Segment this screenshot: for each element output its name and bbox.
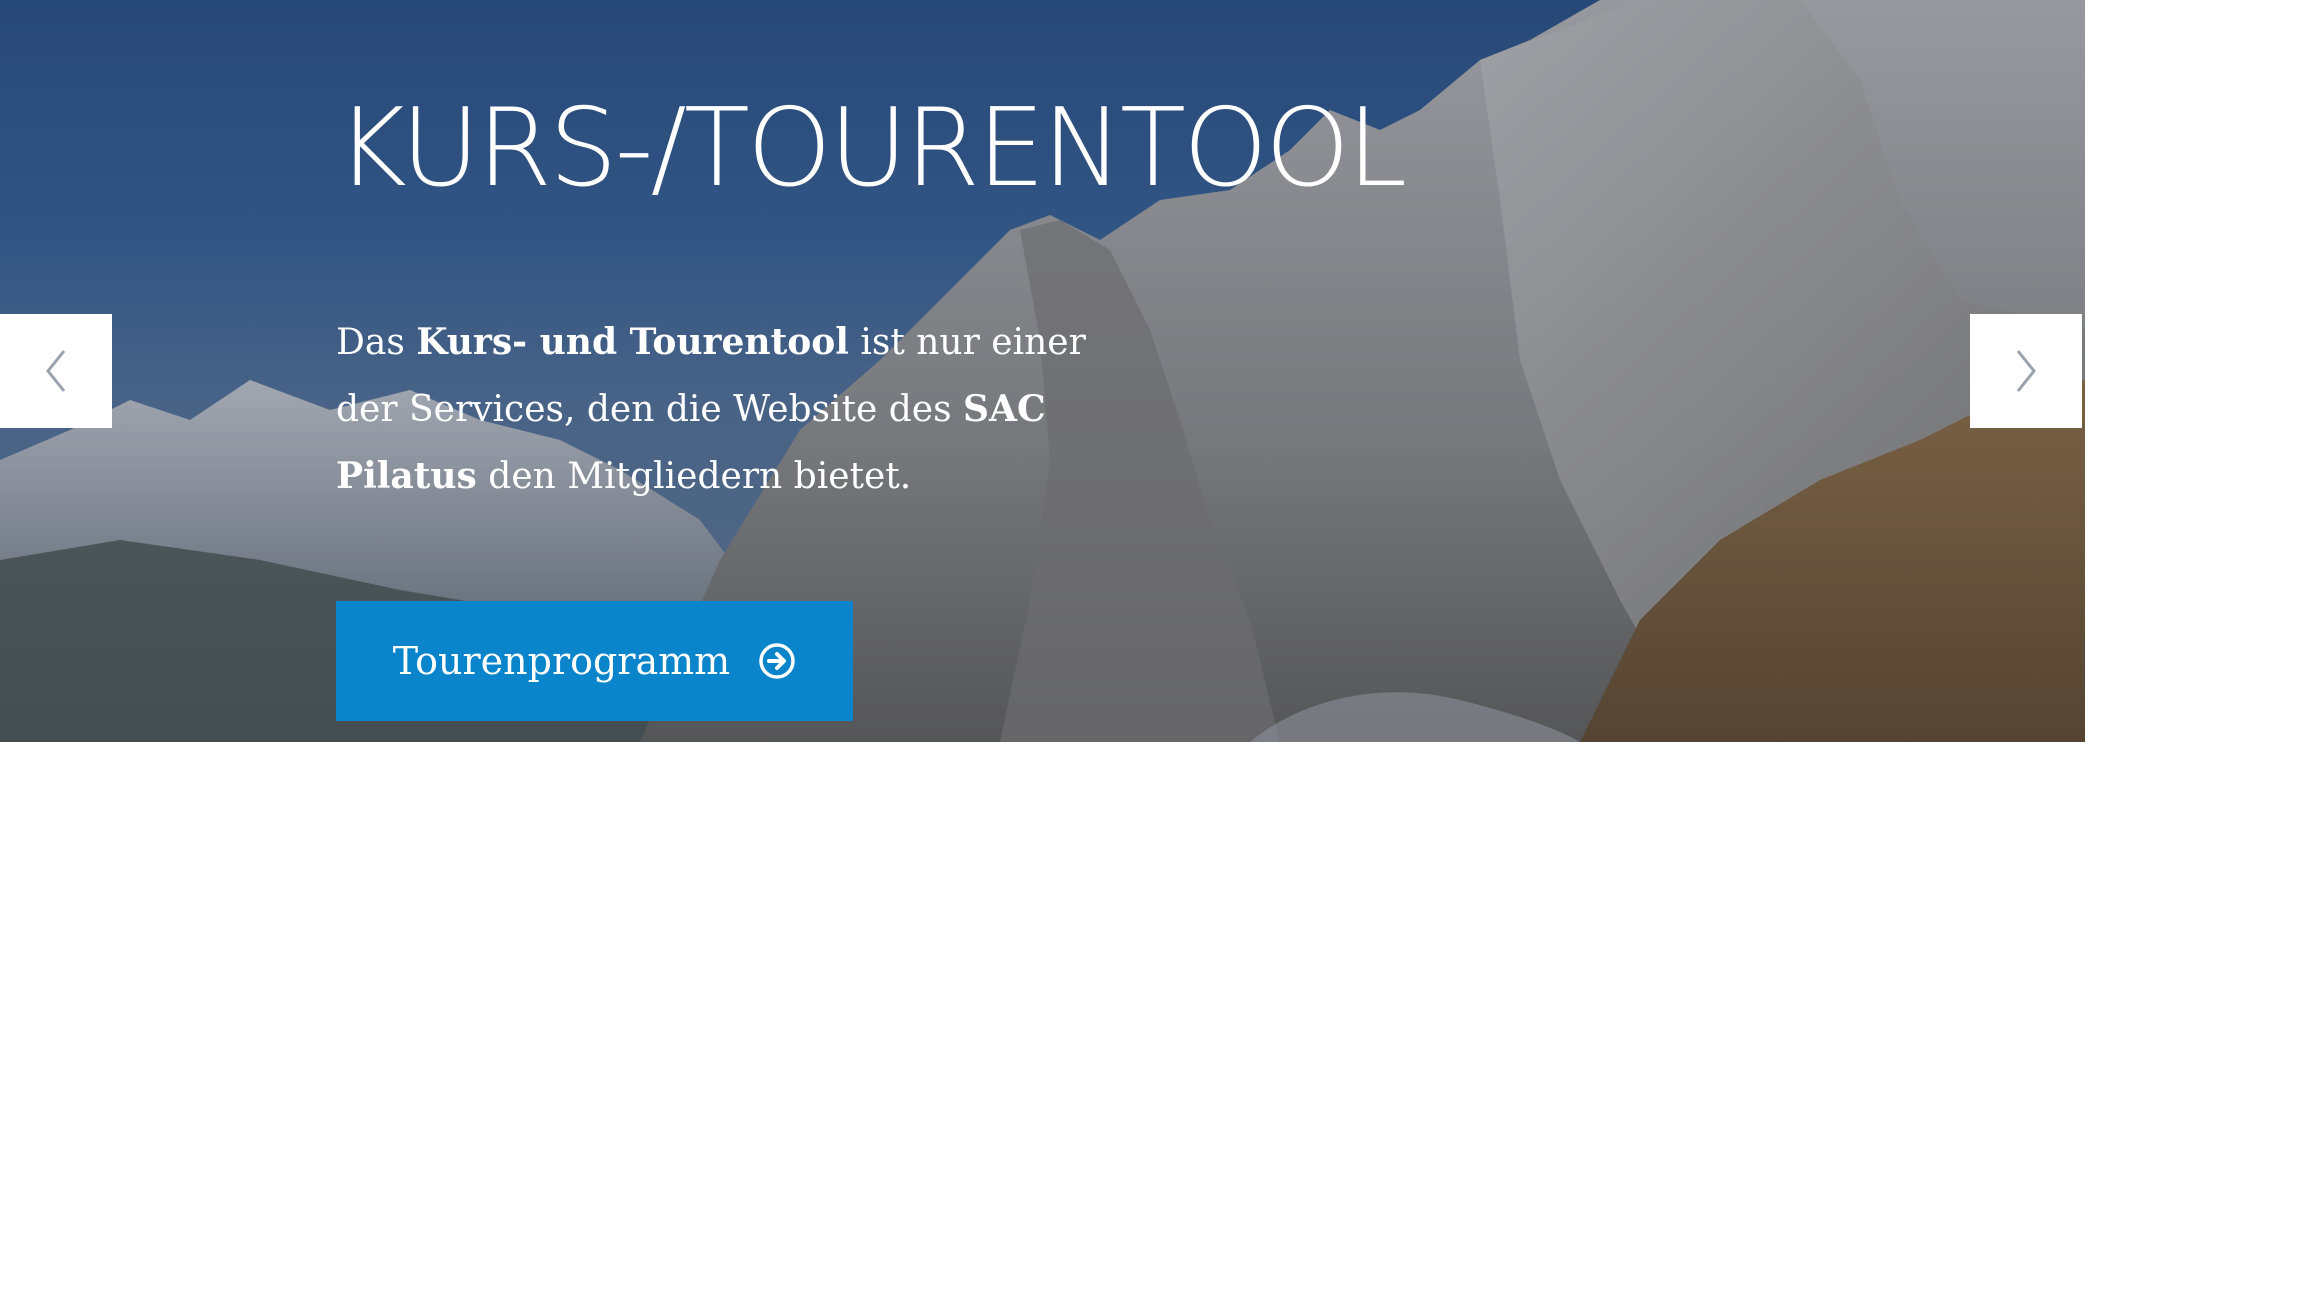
carousel-prev-button[interactable] [0, 314, 112, 428]
hero-title: KURS-/TOURENTOOL [336, 86, 1407, 211]
hero-content: KURS-/TOURENTOOL Das Kurs- und Tourentoo… [336, 86, 1407, 510]
chevron-left-icon [46, 350, 66, 392]
hero-text-part: den Mitgliedern bietet. [476, 455, 912, 497]
tourenprogramm-button[interactable]: Tourenprogramm [336, 601, 853, 721]
carousel-next-button[interactable] [1970, 314, 2082, 428]
hero-text-bold-tool: Kurs- und Tourentool [416, 320, 849, 363]
hero-text-part: Das [336, 321, 417, 363]
chevron-right-icon [2016, 350, 2036, 392]
hero-banner: KURS-/TOURENTOOL Das Kurs- und Tourentoo… [0, 0, 2085, 742]
arrow-circle-right-icon [758, 642, 796, 680]
hero-description: Das Kurs- und Tourentool ist nur einer d… [336, 309, 1156, 510]
tourenprogramm-button-label: Tourenprogramm [392, 639, 731, 683]
